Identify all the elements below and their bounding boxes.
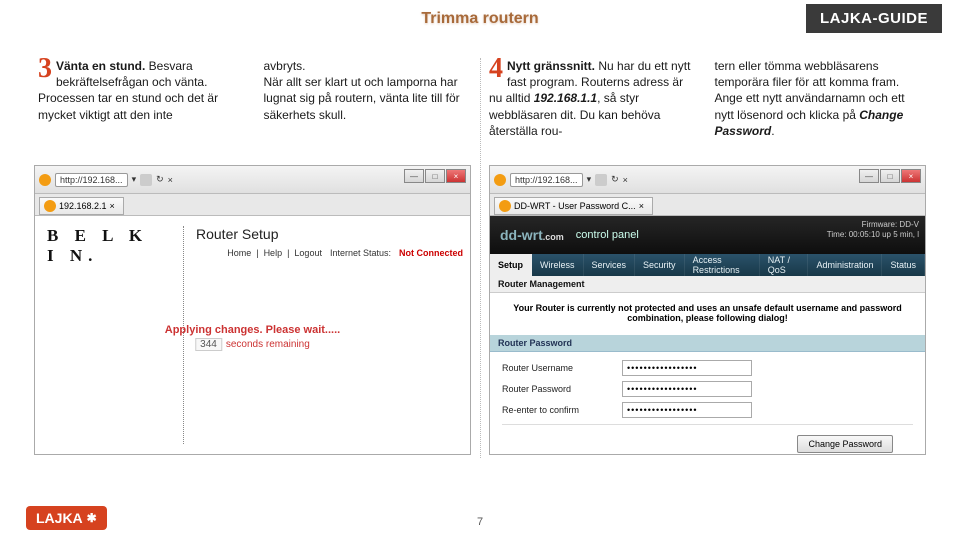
step-4-title: Nytt gränssnitt. xyxy=(507,59,595,73)
firmware-line-1: Firmware: DD-V xyxy=(827,220,919,230)
password-form: Router Username Router Password Re-enter… xyxy=(490,352,925,455)
screenshot-belkin: — □ × http://192.168... ▾ ↻ × 192.168.2.… xyxy=(34,165,471,455)
close-tab-icon[interactable]: × xyxy=(623,175,628,185)
firmware-line-2: Time: 00:05:10 up 5 min, l xyxy=(827,230,919,240)
refresh-icon[interactable]: ↻ xyxy=(611,174,619,185)
guide-badge: LAJKA-GUIDE xyxy=(806,4,942,33)
form-row-confirm: Re-enter to confirm xyxy=(502,402,913,418)
input-username[interactable] xyxy=(622,360,752,376)
router-setup-title: Router Setup xyxy=(196,226,458,242)
page-header: Trimma routern LAJKA-GUIDE xyxy=(0,0,960,48)
tab-label: DD-WRT - User Password C... xyxy=(514,201,636,211)
step-3-col-a: 3 Vänta en stund. Besvara bekräftelsefrå… xyxy=(38,58,246,139)
browser-tab[interactable]: DD-WRT - User Password C... × xyxy=(494,197,653,215)
countdown-label: seconds remaining xyxy=(226,339,310,350)
label-password: Router Password xyxy=(502,384,622,394)
ddwrt-header: dd-wrt.com control panel Firmware: DD-V … xyxy=(490,216,925,254)
nav-status-value: Not Connected xyxy=(396,248,466,258)
maximize-button[interactable]: □ xyxy=(425,169,445,183)
belkin-logo: B E L K I N. xyxy=(47,226,167,266)
step-4-col-a: 4 Nytt gränssnitt. Nu har du ett nytt fa… xyxy=(489,58,697,139)
nav-wireless[interactable]: Wireless xyxy=(532,254,584,276)
step-4-body-d: . xyxy=(771,124,774,138)
browser-icon xyxy=(494,174,506,186)
label-confirm: Re-enter to confirm xyxy=(502,405,622,415)
tab-favicon xyxy=(44,200,56,212)
step-number-4: 4 xyxy=(489,58,503,81)
form-row-password: Router Password xyxy=(502,381,913,397)
ddwrt-logo: dd-wrt.com xyxy=(500,227,564,243)
router-password-section: Router Password xyxy=(490,333,925,352)
tab-close-icon[interactable]: × xyxy=(110,201,115,211)
window-controls: — □ × xyxy=(859,169,921,183)
tab-bar: 192.168.2.1 × xyxy=(35,194,470,216)
lock-icon xyxy=(595,174,607,186)
screenshot-ddwrt: — □ × http://192.168... ▾ ↻ × DD-WRT - U… xyxy=(489,165,926,455)
nav-services[interactable]: Services xyxy=(584,254,636,276)
tab-close-icon[interactable]: × xyxy=(639,201,644,211)
lajka-logo-icon: ✱ xyxy=(87,511,97,525)
window-controls: — □ × xyxy=(404,169,466,183)
nav-status[interactable]: Status xyxy=(882,254,925,276)
close-button[interactable]: × xyxy=(446,169,466,183)
page-footer: LAJKA ✱ 7 xyxy=(0,498,960,538)
nav-security[interactable]: Security xyxy=(635,254,685,276)
address-bar[interactable]: http://192.168... xyxy=(55,173,128,187)
refresh-icon[interactable]: ↻ xyxy=(156,174,164,185)
control-panel-label: control panel xyxy=(576,229,639,241)
tab-bar: DD-WRT - User Password C... × xyxy=(490,194,925,216)
form-row-username: Router Username xyxy=(502,360,913,376)
browser-icon xyxy=(39,174,51,186)
step-3-body-c: När allt ser klart ut och lamporna har l… xyxy=(264,75,460,121)
url-dropdown-icon[interactable]: ▾ xyxy=(132,174,137,185)
label-username: Router Username xyxy=(502,363,622,373)
tab-favicon xyxy=(499,200,511,212)
nav-logout[interactable]: Logout xyxy=(291,248,325,258)
close-tab-icon[interactable]: × xyxy=(168,175,173,185)
security-warning: Your Router is currently not protected a… xyxy=(490,293,925,333)
nav-administration[interactable]: Administration xyxy=(808,254,882,276)
applying-text: Applying changes. Please wait..... xyxy=(165,324,340,336)
nav-setup[interactable]: Setup xyxy=(490,254,532,276)
close-button[interactable]: × xyxy=(901,169,921,183)
change-password-button[interactable]: Change Password xyxy=(797,435,893,453)
firmware-info: Firmware: DD-V Time: 00:05:10 up 5 min, … xyxy=(827,220,919,241)
lajka-logo: LAJKA ✱ xyxy=(26,506,107,530)
lajka-logo-text: LAJKA xyxy=(36,510,83,526)
page-title: Trimma routern xyxy=(421,10,538,28)
nav-nat-qos[interactable]: NAT / QoS xyxy=(760,254,809,276)
step-4-col-b: tern eller tömma webbläsarens temporära … xyxy=(715,58,923,139)
ddwrt-nav: Setup Wireless Services Security Access … xyxy=(490,254,925,276)
nav-status-label: Internet Status: xyxy=(327,248,394,258)
applying-changes-block: Applying changes. Please wait..... 344 se… xyxy=(165,324,340,351)
step-3-col-b: avbryts. När allt ser klart ut och lampo… xyxy=(264,58,472,139)
maximize-button[interactable]: □ xyxy=(880,169,900,183)
url-dropdown-icon[interactable]: ▾ xyxy=(587,174,592,185)
nav-help[interactable]: Help xyxy=(261,248,286,258)
countdown-value: 344 xyxy=(195,338,222,351)
address-bar[interactable]: http://192.168... xyxy=(510,173,583,187)
step-3-title: Vänta en stund. xyxy=(56,59,145,73)
belkin-nav: Home| Help| Logout Internet Status: Not … xyxy=(224,248,466,258)
screenshots-row: — □ × http://192.168... ▾ ↻ × 192.168.2.… xyxy=(34,165,926,455)
lock-icon xyxy=(140,174,152,186)
input-confirm[interactable] xyxy=(622,402,752,418)
tab-label: 192.168.2.1 xyxy=(59,201,107,211)
minimize-button[interactable]: — xyxy=(859,169,879,183)
nav-access-restrictions[interactable]: Access Restrictions xyxy=(685,254,760,276)
nav-home[interactable]: Home xyxy=(224,248,254,258)
browser-tab[interactable]: 192.168.2.1 × xyxy=(39,197,124,215)
step-4-ip: 192.168.1.1 xyxy=(534,91,597,105)
step-3-body-b: avbryts. xyxy=(264,59,306,73)
page-number: 7 xyxy=(477,516,483,528)
minimize-button[interactable]: — xyxy=(404,169,424,183)
router-management-subhead: Router Management xyxy=(490,276,925,293)
input-password[interactable] xyxy=(622,381,752,397)
step-number-3: 3 xyxy=(38,58,52,81)
